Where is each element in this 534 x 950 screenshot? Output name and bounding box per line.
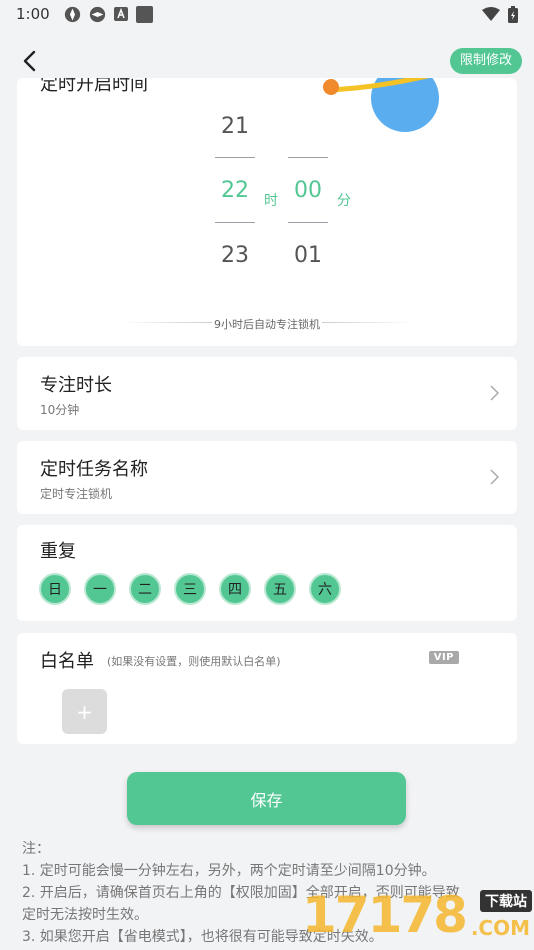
whitelist-label: 白名单 [40,651,94,672]
task-name-value: 定时专注锁机 [40,487,113,501]
watermark-logo: 17178 下载站 .COM [302,886,532,948]
hint-divider [322,322,412,323]
minute-divider [288,157,328,158]
task-name-label: 定时任务名称 [40,459,148,480]
day-toggle-fri[interactable]: 五 [264,573,296,605]
schedule-card: 定时开启时间 21 22 23 时 00 01 分 9小时后自动专注锁机 [17,78,517,346]
day-toggle-sun[interactable]: 日 [39,573,71,605]
repeat-days: 日 一 二 三 四 五 六 [39,573,341,605]
watermark-number: 17178 [302,886,468,944]
app-notification-icon [64,6,80,22]
day-toggle-thu[interactable]: 四 [219,573,251,605]
add-whitelist-button[interactable]: + [62,689,107,734]
notes-line: 1. 定时可能会慢一分钟左右，另外，两个定时请至少间隔10分钟。 [22,863,436,879]
day-toggle-wed[interactable]: 三 [174,573,206,605]
focus-duration-value: 10分钟 [40,403,80,417]
chevron-right-icon [490,469,499,485]
minute-option[interactable]: 01 [278,243,338,268]
battery-icon [508,5,518,23]
focus-duration-label: 专注时长 [40,375,112,396]
day-toggle-sat[interactable]: 六 [309,573,341,605]
hour-selected[interactable]: 22 [205,178,265,203]
hour-divider [215,222,255,223]
chevron-left-icon [23,50,36,72]
limit-modify-badge[interactable]: 限制修改 [449,48,522,74]
save-button[interactable]: 保存 [127,772,406,825]
hour-option[interactable]: 23 [205,243,265,268]
app-notification-icon [89,6,105,22]
notification-icons [64,5,153,23]
time-picker[interactable]: 21 22 23 时 00 01 分 [17,108,517,288]
hour-unit: 时 [264,193,278,209]
watermark-site: 下载站 [480,890,532,912]
whitelist-note: (如果没有设置，则使用默认白名单) [107,655,281,668]
focus-duration-row[interactable]: 专注时长 10分钟 [17,357,517,430]
font-notification-icon [113,7,128,21]
back-button[interactable] [14,46,44,76]
minute-selected[interactable]: 00 [278,178,338,203]
whitelist-card: 白名单 (如果没有设置，则使用默认白名单) VIP + [17,633,517,744]
chevron-right-icon [490,385,499,401]
auto-lock-hint-text: 9小时后自动专注锁机 [214,318,320,331]
vip-badge: VIP [428,651,459,664]
auto-lock-hint: 9小时后自动专注锁机 [17,316,517,332]
day-toggle-mon[interactable]: 一 [84,573,116,605]
watermark-domain: .COM [470,916,530,940]
schedule-title: 定时开启时间 [40,78,148,95]
square-notification-icon [135,5,153,23]
system-icons [482,5,518,23]
hour-divider [215,157,255,158]
hint-divider [122,322,212,323]
minute-divider [288,222,328,223]
repeat-card: 重复 日 一 二 三 四 五 六 [17,525,517,621]
day-toggle-tue[interactable]: 二 [129,573,161,605]
minute-unit: 分 [337,193,351,209]
status-time: 1:00 [16,5,50,23]
notes-title: 注： [22,841,50,857]
status-bar: 1:00 [0,0,534,28]
hour-option[interactable]: 21 [205,114,265,139]
task-name-row[interactable]: 定时任务名称 定时专注锁机 [17,441,517,514]
wifi-icon [482,7,500,21]
repeat-label: 重复 [40,541,76,562]
